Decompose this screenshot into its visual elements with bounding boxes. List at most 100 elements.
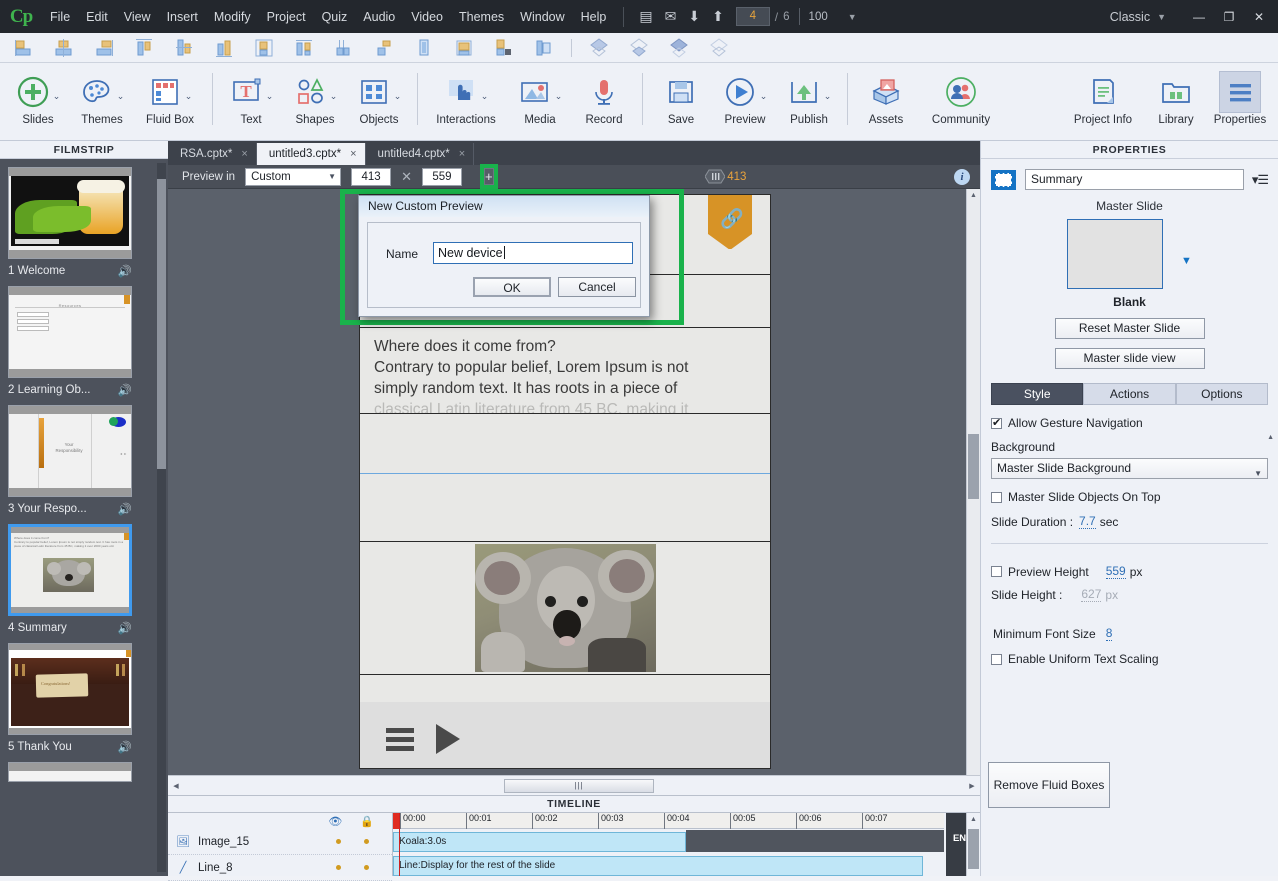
- slide-thumbnail-swatch[interactable]: [991, 169, 1016, 190]
- list-item[interactable]: Congratulations! 5 Thank You 🔊: [8, 643, 132, 754]
- list-item[interactable]: Resources 2 Learning Ob... 🔊: [8, 286, 132, 397]
- master-objects-on-top-row[interactable]: Master Slide Objects On Top: [991, 490, 1268, 504]
- speaker-icon[interactable]: 🔊: [118, 621, 132, 635]
- list-item[interactable]: 1 Welcome 🔊: [8, 167, 132, 278]
- close-icon[interactable]: ✕: [1244, 5, 1274, 28]
- filmstrip-list[interactable]: 1 Welcome 🔊 Resources 2 Learning Ob... 🔊…: [0, 159, 168, 876]
- allow-gesture-navigation-row[interactable]: Allow Gesture Navigation: [991, 416, 1268, 430]
- bring-front-icon[interactable]: [666, 36, 692, 60]
- canvas-vertical-scrollbar[interactable]: ▲ ▼: [966, 189, 980, 795]
- menu-modify[interactable]: Modify: [206, 6, 259, 28]
- slide-thumbnail[interactable]: Where does it come from? Contrary to popu…: [8, 524, 132, 616]
- menu-themes[interactable]: Themes: [451, 6, 512, 28]
- chevron-down-icon[interactable]: ⌄: [555, 91, 563, 102]
- preview-height-input[interactable]: 559: [421, 167, 462, 186]
- scroll-up-icon[interactable]: ▲: [967, 813, 980, 827]
- chevron-down-icon[interactable]: ⌄: [53, 91, 61, 102]
- arrange-icon[interactable]: [531, 36, 557, 60]
- lock-icon[interactable]: 🔒: [360, 815, 374, 828]
- lock-toggle[interactable]: [364, 839, 369, 844]
- resize-height-icon[interactable]: [371, 36, 397, 60]
- speaker-icon[interactable]: 🔊: [118, 383, 132, 397]
- ribbon-properties[interactable]: Properties: [1208, 67, 1272, 126]
- slide-thumbnail[interactable]: Your Responsibility ◄ ►: [8, 405, 132, 497]
- visibility-toggle[interactable]: [336, 865, 341, 870]
- ribbon-save[interactable]: Save: [649, 67, 713, 126]
- background-select[interactable]: Master Slide Background ▼: [991, 458, 1268, 479]
- chevron-down-icon[interactable]: ⌄: [266, 91, 274, 102]
- ribbon-text[interactable]: T ⌄ Text: [219, 67, 283, 126]
- preview-height-value[interactable]: 559: [1105, 564, 1126, 579]
- slide-thumbnail[interactable]: Congratulations!: [8, 643, 132, 735]
- slide-thumbnail[interactable]: [8, 762, 132, 782]
- fluid-box-image[interactable]: [360, 542, 770, 675]
- lock-toggle[interactable]: [364, 865, 369, 870]
- notes-icon[interactable]: ▤: [633, 8, 658, 25]
- menu-audio[interactable]: Audio: [355, 6, 403, 28]
- tab-style[interactable]: Style: [991, 383, 1084, 405]
- speaker-icon[interactable]: 🔊: [118, 264, 132, 278]
- ribbon-slides[interactable]: ⌄ Slides: [6, 67, 70, 126]
- menu-edit[interactable]: Edit: [78, 6, 116, 28]
- timeline-ruler[interactable]: 00:00 00:01 00:02 00:03 00:04 00:05 00:0…: [393, 813, 944, 829]
- ribbon-record[interactable]: Record: [572, 67, 636, 126]
- timeline-vertical-scrollbar[interactable]: ▲: [966, 813, 980, 876]
- tab-untitled4[interactable]: untitled4.cptx* ×: [365, 143, 475, 165]
- fluid-box-text[interactable]: Where does it come from? Contrary to pop…: [360, 328, 770, 414]
- scroll-right-icon[interactable]: ▶: [964, 782, 980, 790]
- list-item[interactable]: [8, 762, 132, 782]
- menu-project[interactable]: Project: [259, 6, 314, 28]
- timeline-bar-image[interactable]: Koala:3.0s: [393, 832, 686, 852]
- table-row[interactable]: 🖼 Image_15: [168, 829, 392, 855]
- cancel-button[interactable]: Cancel: [558, 277, 636, 297]
- ribbon-preview[interactable]: ⌄ Preview: [713, 67, 777, 126]
- ribbon-project-info[interactable]: Project Info: [1062, 67, 1144, 126]
- ribbon-shapes[interactable]: ⌄ Shapes: [283, 67, 347, 126]
- speaker-icon[interactable]: 🔊: [118, 502, 132, 516]
- menu-view[interactable]: View: [116, 6, 159, 28]
- ungroup-icon[interactable]: [491, 36, 517, 60]
- restore-icon[interactable]: ❐: [1214, 5, 1244, 28]
- close-icon[interactable]: ×: [241, 148, 247, 160]
- zoom-chevron-down-icon[interactable]: ▼: [848, 12, 857, 22]
- menu-insert[interactable]: Insert: [159, 6, 206, 28]
- workspace-chevron-down-icon[interactable]: ▼: [1157, 12, 1166, 22]
- master-dropdown-caret-icon[interactable]: ▼: [1181, 255, 1192, 267]
- menu-window[interactable]: Window: [512, 6, 572, 28]
- slide-text-block[interactable]: Where does it come from? Contrary to pop…: [360, 328, 770, 413]
- align-right-icon[interactable]: [91, 36, 117, 60]
- ribbon-interactions[interactable]: ⌄ Interactions: [424, 67, 508, 126]
- link-ribbon-tag[interactable]: 🔗: [708, 195, 752, 250]
- zoom-level[interactable]: 100: [809, 11, 828, 23]
- slide-duration-value[interactable]: 7.7: [1079, 514, 1096, 529]
- ribbon-fluid-box[interactable]: ⌄ Fluid Box: [134, 67, 206, 126]
- table-row[interactable]: ╱ Line_8: [168, 855, 392, 881]
- new-custom-preview-dialog[interactable]: New Custom Preview Name New device OK Ca…: [358, 195, 650, 317]
- eye-icon[interactable]: 👁: [328, 815, 342, 828]
- dialog-name-input[interactable]: New device: [433, 242, 633, 264]
- minimize-icon[interactable]: —: [1184, 5, 1214, 28]
- align-top-icon[interactable]: [131, 36, 157, 60]
- canvas-scroll-thumb[interactable]: [968, 434, 979, 499]
- menu-help[interactable]: Help: [573, 6, 615, 28]
- master-slide-view-button[interactable]: Master slide view: [1054, 348, 1205, 369]
- properties-scroll-up-icon[interactable]: ▲: [1267, 434, 1274, 441]
- timeline-bar-line[interactable]: Line:Display for the rest of the slide: [393, 856, 923, 876]
- bring-forward-icon[interactable]: [586, 36, 612, 60]
- chevron-down-icon[interactable]: ▼: [328, 172, 336, 181]
- distribute-horizontal-icon[interactable]: [291, 36, 317, 60]
- filmstrip-scroll-thumb[interactable]: [157, 179, 166, 469]
- ruler-marker[interactable]: 413: [705, 169, 746, 184]
- timeline-scroll-thumb[interactable]: [968, 829, 979, 869]
- slide-playbar[interactable]: [360, 702, 770, 768]
- close-icon[interactable]: ×: [350, 148, 356, 160]
- chevron-down-icon[interactable]: ⌄: [117, 91, 125, 102]
- tab-options[interactable]: Options: [1175, 383, 1268, 405]
- play-icon[interactable]: [436, 724, 460, 754]
- resize-width-icon[interactable]: [331, 36, 357, 60]
- panel-menu-icon[interactable]: ▾☰: [1252, 172, 1269, 188]
- tab-rsa[interactable]: RSA.cptx* ×: [168, 143, 257, 165]
- list-item[interactable]: Your Responsibility ◄ ► 3 Your Respo... 🔊: [8, 405, 132, 516]
- hscroll-thumb[interactable]: |||: [504, 778, 654, 793]
- chevron-down-icon[interactable]: ⌄: [394, 91, 402, 102]
